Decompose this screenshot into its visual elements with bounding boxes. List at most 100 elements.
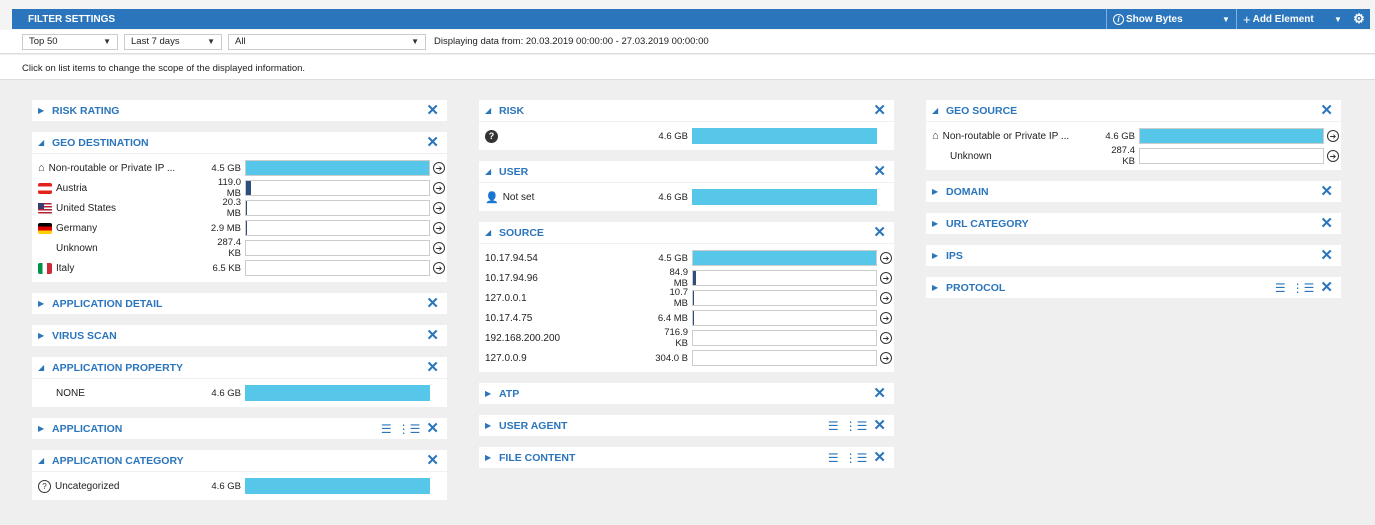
panel-title[interactable]: RISK RATING <box>52 105 426 117</box>
panel-header[interactable]: ▶ PROTOCOL ☰ ⋮☰ ✕ <box>926 277 1341 298</box>
panel-header[interactable]: ▶ FILE CONTENT ☰ ⋮☰ ✕ <box>479 447 894 468</box>
add-element-button[interactable]: + Add Element <box>1236 9 1328 29</box>
panel-title[interactable]: APPLICATION CATEGORY <box>52 455 426 467</box>
list-view-icon[interactable]: ☰ <box>381 423 392 435</box>
panel-title[interactable]: IPS <box>946 250 1320 262</box>
panel-header[interactable]: ▶ DOMAIN ✕ <box>926 181 1341 202</box>
drill-down-icon[interactable]: ➔ <box>433 262 445 274</box>
drill-down-icon[interactable]: ➔ <box>1327 130 1339 142</box>
collapse-arrow-icon[interactable]: ◢ <box>38 363 52 372</box>
collapse-arrow-icon[interactable]: ◢ <box>485 106 499 115</box>
period-select[interactable]: Last 7 days ▼ <box>124 33 222 50</box>
close-icon[interactable]: ✕ <box>426 135 439 150</box>
collapse-arrow-icon[interactable]: ◢ <box>485 167 499 176</box>
list-item[interactable]: Germany 2.9 MB ➔ <box>32 218 447 238</box>
list-item[interactable]: Unknown 287.4 KB ➔ <box>32 237 447 259</box>
close-icon[interactable]: ✕ <box>873 103 886 118</box>
expand-arrow-icon[interactable]: ▶ <box>932 283 946 292</box>
panel-title[interactable]: FILE CONTENT <box>499 452 828 464</box>
expand-arrow-icon[interactable]: ▶ <box>932 219 946 228</box>
drill-down-icon[interactable]: ➔ <box>433 162 445 174</box>
list-view-icon[interactable]: ☰ <box>828 452 839 464</box>
drill-down-icon[interactable]: ➔ <box>433 242 445 254</box>
list-item[interactable]: ⌂ Non-routable or Private IP ... 4.5 GB ➔ <box>32 158 447 178</box>
close-icon[interactable]: ✕ <box>426 328 439 343</box>
close-icon[interactable]: ✕ <box>426 453 439 468</box>
list-item[interactable]: 10.17.94.54 4.5 GB ➔ <box>479 248 894 268</box>
panel-header[interactable]: ▶ USER AGENT ☰ ⋮☰ ✕ <box>479 415 894 436</box>
list-view-icon[interactable]: ☰ <box>828 420 839 432</box>
close-icon[interactable]: ✕ <box>873 450 886 465</box>
expand-arrow-icon[interactable]: ▶ <box>932 251 946 260</box>
panel-header[interactable]: ◢ GEO DESTINATION ✕ <box>32 132 447 153</box>
panel-title[interactable]: GEO DESTINATION <box>52 137 426 149</box>
close-icon[interactable]: ✕ <box>426 296 439 311</box>
drill-down-icon[interactable]: ➔ <box>433 182 445 194</box>
tree-view-icon[interactable]: ⋮☰ <box>845 452 868 464</box>
panel-header[interactable]: ▶ IPS ✕ <box>926 245 1341 266</box>
panel-title[interactable]: ATP <box>499 388 873 400</box>
list-item[interactable]: United States 20.3 MB ➔ <box>32 197 447 219</box>
expand-arrow-icon[interactable]: ▶ <box>38 106 52 115</box>
close-icon[interactable]: ✕ <box>1320 184 1333 199</box>
list-item[interactable]: ⌂ Non-routable or Private IP ... 4.6 GB ➔ <box>926 126 1341 146</box>
tree-view-icon[interactable]: ⋮☰ <box>845 420 868 432</box>
show-bytes-button[interactable]: i Show Bytes <box>1106 9 1216 29</box>
close-icon[interactable]: ✕ <box>873 386 886 401</box>
close-icon[interactable]: ✕ <box>1320 103 1333 118</box>
drill-down-icon[interactable]: ➔ <box>1327 150 1339 162</box>
panel-title[interactable]: GEO SOURCE <box>946 105 1320 117</box>
panel-title[interactable]: VIRUS SCAN <box>52 330 426 342</box>
collapse-arrow-icon[interactable]: ◢ <box>38 138 52 147</box>
close-icon[interactable]: ✕ <box>873 418 886 433</box>
panel-header[interactable]: ◢ USER ✕ <box>479 161 894 182</box>
panel-title[interactable]: SOURCE <box>499 227 873 239</box>
expand-arrow-icon[interactable]: ▶ <box>485 421 499 430</box>
list-item[interactable]: ? 4.6 GB <box>479 126 894 146</box>
panel-header[interactable]: ▶ ATP ✕ <box>479 383 894 404</box>
drill-down-icon[interactable]: ➔ <box>880 312 892 324</box>
expand-arrow-icon[interactable]: ▶ <box>485 389 499 398</box>
drill-down-icon[interactable]: ➔ <box>880 252 892 264</box>
list-item[interactable]: 192.168.200.200 716.9 KB ➔ <box>479 327 894 349</box>
expand-arrow-icon[interactable]: ▶ <box>485 453 499 462</box>
panel-title[interactable]: RISK <box>499 105 873 117</box>
list-item[interactable]: NONE 4.6 GB <box>32 383 447 403</box>
list-item[interactable]: Unknown 287.4 KB ➔ <box>926 145 1341 167</box>
drill-down-icon[interactable]: ➔ <box>880 272 892 284</box>
panel-header[interactable]: ▶ APPLICATION ☰ ⋮☰ ✕ <box>32 418 447 439</box>
close-icon[interactable]: ✕ <box>1320 216 1333 231</box>
expand-arrow-icon[interactable]: ▶ <box>38 299 52 308</box>
list-item[interactable]: Austria 119.0 MB ➔ <box>32 177 447 199</box>
close-icon[interactable]: ✕ <box>1320 248 1333 263</box>
tree-view-icon[interactable]: ⋮☰ <box>398 423 421 435</box>
close-icon[interactable]: ✕ <box>426 421 439 436</box>
collapse-arrow-icon[interactable]: ◢ <box>932 106 946 115</box>
panel-title[interactable]: DOMAIN <box>946 186 1320 198</box>
expand-arrow-icon[interactable]: ▶ <box>38 424 52 433</box>
list-item[interactable]: 10.17.94.96 84.9 MB ➔ <box>479 267 894 289</box>
list-item[interactable]: Italy 6.5 KB ➔ <box>32 258 447 278</box>
panel-header[interactable]: ◢ APPLICATION PROPERTY ✕ <box>32 357 447 378</box>
drill-down-icon[interactable]: ➔ <box>880 352 892 364</box>
panel-header[interactable]: ◢ RISK ✕ <box>479 100 894 121</box>
list-item[interactable]: 127.0.0.9 304.0 B ➔ <box>479 348 894 368</box>
panel-header[interactable]: ▶ RISK RATING ✕ <box>32 100 447 121</box>
drill-down-icon[interactable]: ➔ <box>433 202 445 214</box>
collapse-arrow-icon[interactable]: ◢ <box>38 456 52 465</box>
list-view-icon[interactable]: ☰ <box>1275 282 1286 294</box>
panel-header[interactable]: ◢ GEO SOURCE ✕ <box>926 100 1341 121</box>
settings-button[interactable]: ⚙ <box>1348 9 1370 29</box>
panel-title[interactable]: APPLICATION DETAIL <box>52 298 426 310</box>
close-icon[interactable]: ✕ <box>1320 280 1333 295</box>
show-bytes-dropdown[interactable]: ▼ <box>1216 9 1236 29</box>
panel-header[interactable]: ◢ SOURCE ✕ <box>479 222 894 243</box>
list-item[interactable]: 10.17.4.75 6.4 MB ➔ <box>479 308 894 328</box>
list-item[interactable]: 127.0.0.1 10.7 MB ➔ <box>479 287 894 309</box>
drill-down-icon[interactable]: ➔ <box>880 292 892 304</box>
close-icon[interactable]: ✕ <box>873 164 886 179</box>
drill-down-icon[interactable]: ➔ <box>880 332 892 344</box>
add-element-dropdown[interactable]: ▼ <box>1328 9 1348 29</box>
close-icon[interactable]: ✕ <box>426 103 439 118</box>
panel-header[interactable]: ◢ APPLICATION CATEGORY ✕ <box>32 450 447 471</box>
